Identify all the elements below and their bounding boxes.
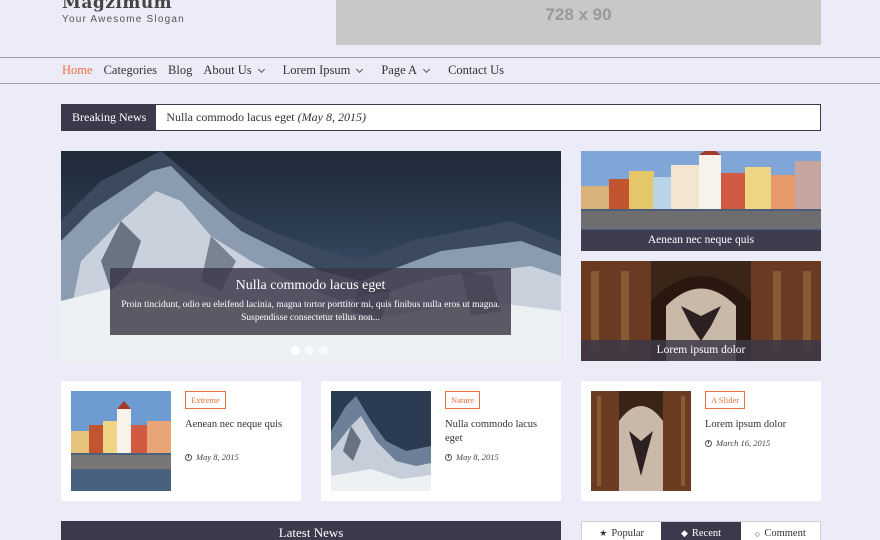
slide-caption[interactable]: Nulla commodo lacus eget Proin tincidunt… <box>110 268 511 335</box>
nav-item-page-a[interactable]: Page A <box>381 63 431 78</box>
town-image <box>71 391 171 491</box>
nav-item-label: Categories <box>103 63 158 77</box>
post-date: May 8, 2015 <box>185 452 239 462</box>
side-card-caption: Aenean nec neque quis <box>581 230 821 251</box>
gallery-image <box>591 391 691 491</box>
ad-banner-label: 728 x 90 <box>545 5 612 24</box>
nav-item-label: Blog <box>168 63 193 77</box>
slider-pagination <box>291 346 328 355</box>
site-slogan: Your Awesome Slogan <box>62 14 185 25</box>
slider-dot[interactable] <box>319 346 328 355</box>
post-thumbnail[interactable] <box>71 391 171 491</box>
tab-comment[interactable]: ○ Comment <box>741 522 820 540</box>
nav-item-label: Home <box>62 63 93 77</box>
slide-excerpt: Proin tincidunt, odio eu eleifend lacini… <box>121 300 500 323</box>
breaking-news-label: Breaking News <box>62 105 157 130</box>
slide-title: Nulla commodo lacus eget <box>235 278 386 293</box>
clock-icon <box>185 453 192 461</box>
post-title[interactable]: Nulla commodo lacus eget <box>445 418 555 446</box>
breaking-news-date: (May 8, 2015) <box>297 110 366 124</box>
tag-icon: ◆ <box>680 528 688 538</box>
nav-item-home[interactable]: Home <box>62 63 93 78</box>
nav-item-about-us[interactable]: About Us <box>203 63 265 78</box>
post-category-tag[interactable]: Extreme <box>185 391 226 409</box>
clock-icon <box>705 439 712 447</box>
ad-banner[interactable]: 728 x 90 <box>336 0 821 45</box>
chevron-down-icon <box>257 65 265 73</box>
post-date-text: March 16, 2015 <box>716 438 771 448</box>
side-feature-card[interactable]: Lorem ipsum dolor <box>581 261 821 361</box>
side-feature-card[interactable]: Aenean nec neque quis <box>581 151 821 251</box>
breaking-news-headline: Nulla commodo lacus eget <box>166 110 295 124</box>
nav-item-categories[interactable]: Categories <box>104 63 157 78</box>
nav-item-label: Contact Us <box>448 63 504 77</box>
post-title[interactable]: Lorem ipsum dolor <box>705 418 815 432</box>
breaking-news-bar: Breaking News Nulla commodo lacus eget (… <box>61 104 821 131</box>
mountain-image <box>331 391 431 491</box>
site-title[interactable]: Magzimum <box>62 0 172 13</box>
nav-item-contact-us[interactable]: Contact Us <box>448 63 504 78</box>
post-date-text: May 8, 2015 <box>456 452 499 462</box>
post-thumbnail[interactable] <box>331 391 431 491</box>
breaking-news-headline-link[interactable]: Nulla commodo lacus eget (May 8, 2015) <box>156 110 366 125</box>
nav-item-label: Lorem Ipsum <box>282 63 351 77</box>
comment-icon: ○ <box>754 528 761 539</box>
star-icon: ★ <box>599 528 608 538</box>
chevron-down-icon <box>356 65 364 73</box>
main-nav: Home Categories Blog About Us Lorem Ipsu… <box>0 57 880 84</box>
nav-item-label: About Us <box>203 63 252 77</box>
post-card[interactable]: A Slider Lorem ipsum dolor March 16, 201… <box>581 381 821 501</box>
post-date: March 16, 2015 <box>705 438 770 448</box>
post-thumbnail[interactable] <box>591 391 691 491</box>
latest-news-heading: Latest News <box>61 521 561 540</box>
sidebar-tabs: ★ Popular ◆ Recent ○ Comment <box>581 521 821 540</box>
tab-label: Popular <box>611 528 645 539</box>
post-date-text: May 8, 2015 <box>196 452 239 462</box>
post-date: May 8, 2015 <box>445 452 499 462</box>
tab-label: Recent <box>691 528 722 539</box>
post-card[interactable]: Extreme Aenean nec neque quis May 8, 201… <box>61 381 301 501</box>
nav-item-blog[interactable]: Blog <box>168 63 192 78</box>
slider-dot[interactable] <box>291 346 300 355</box>
post-category-tag[interactable]: Nature <box>445 391 481 409</box>
nav-item-label: Page A <box>381 63 418 77</box>
tab-label: Comment <box>764 528 806 539</box>
slider-dot[interactable] <box>305 346 314 355</box>
tab-recent[interactable]: ◆ Recent <box>661 522 741 540</box>
chevron-down-icon <box>423 65 431 73</box>
tab-popular[interactable]: ★ Popular <box>582 522 661 540</box>
post-card[interactable]: Nature Nulla commodo lacus eget May 8, 2… <box>321 381 561 501</box>
clock-icon <box>445 453 452 461</box>
post-category-tag[interactable]: A Slider <box>705 391 746 409</box>
side-card-caption: Lorem ipsum dolor <box>581 340 821 361</box>
nav-item-lorem-ipsum[interactable]: Lorem Ipsum <box>282 63 364 78</box>
featured-slider[interactable]: Nulla commodo lacus eget Proin tincidunt… <box>61 151 561 361</box>
post-title[interactable]: Aenean nec neque quis <box>185 418 295 432</box>
